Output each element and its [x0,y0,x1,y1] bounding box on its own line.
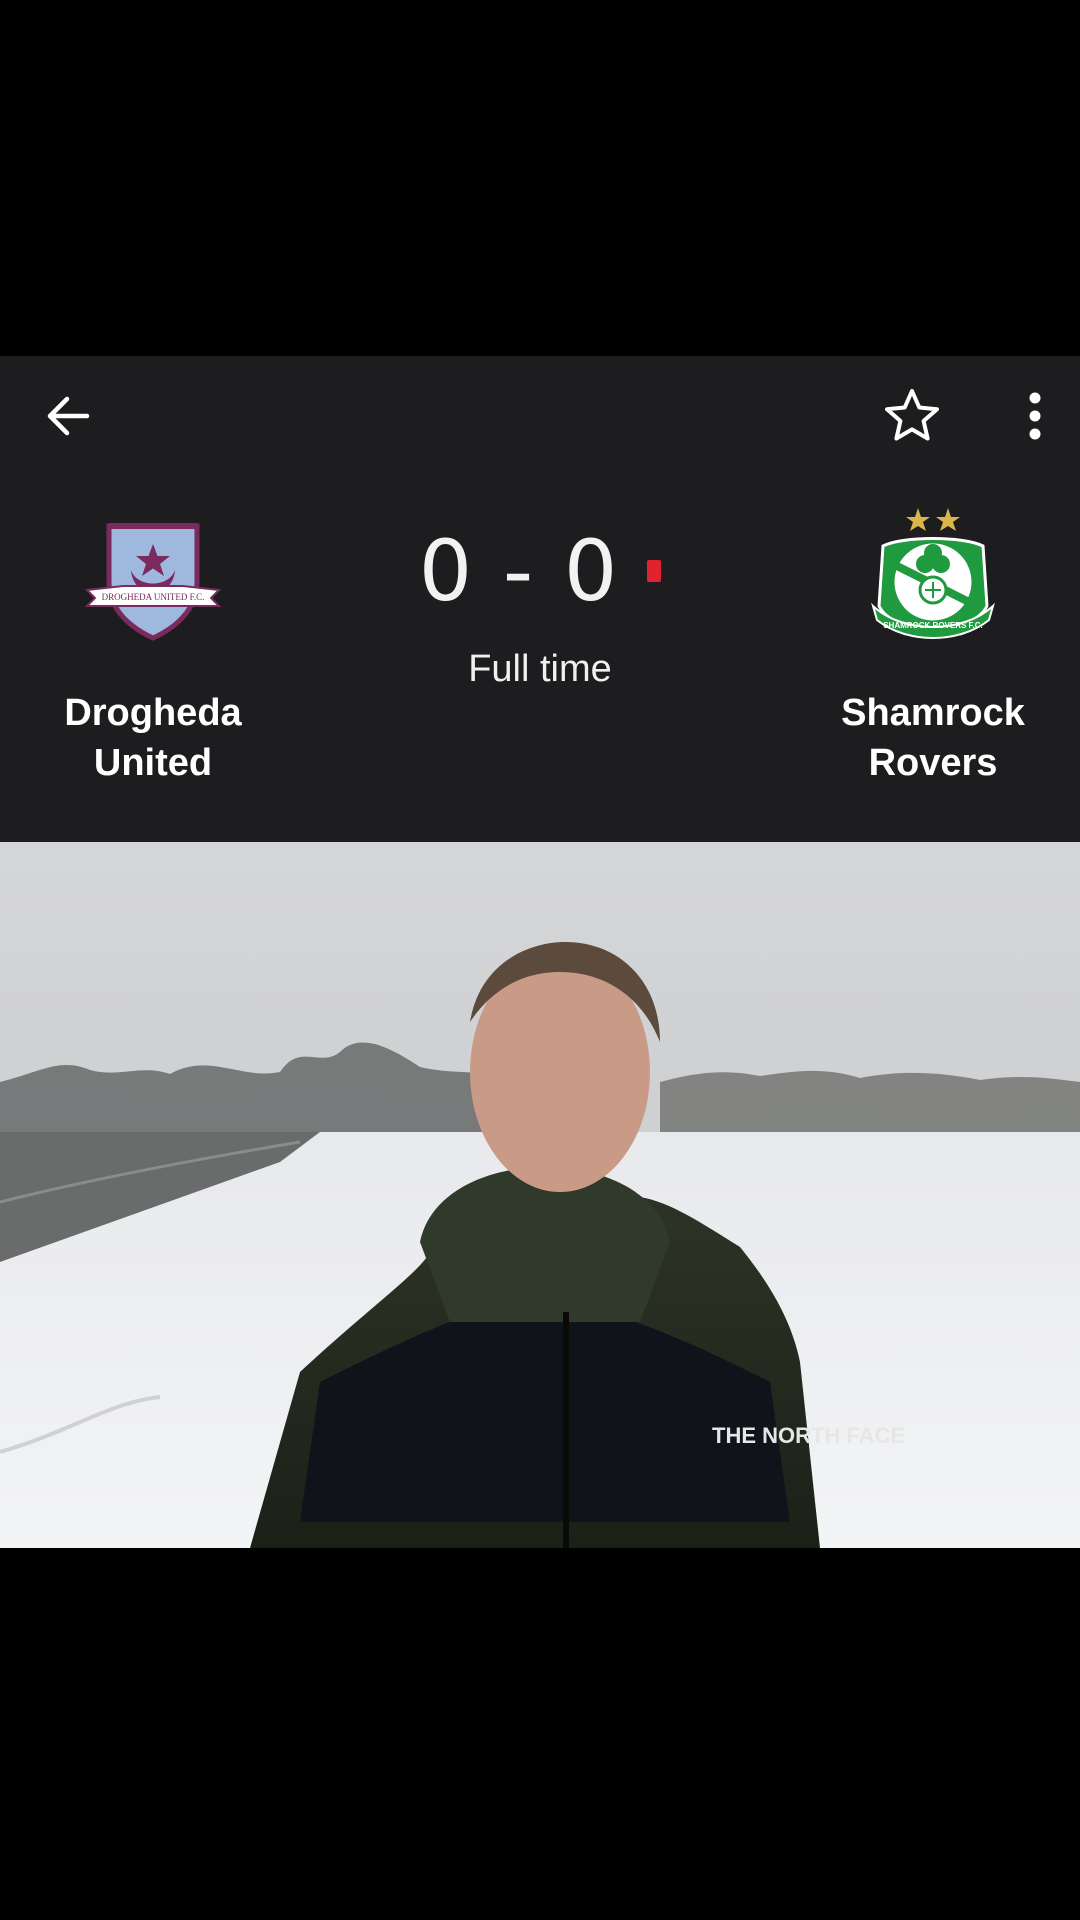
more-options-button[interactable] [1005,384,1065,448]
drogheda-united-crest: DROGHEDA UNITED F.C. [78,506,228,656]
arrow-left-icon [47,396,90,436]
home-team-name: Drogheda United [64,692,242,784]
home-team[interactable]: DROGHEDA UNITED F.C. Drogheda United [23,506,283,788]
score: 0 - 0 [418,522,620,620]
away-team[interactable]: SHAMROCK ROVERS F.C. Shamrock Rovers [803,506,1063,788]
video-frame: THE NORTH FACE [0,842,1080,1548]
more-vert-icon [1029,392,1041,440]
match-header-card: DROGHEDA UNITED F.C. Drogheda United 0 -… [0,356,1080,842]
bottom-letterbox [0,1548,1080,1920]
toolbar [0,356,1080,476]
favorite-button[interactable] [880,384,944,448]
away-team-name: Shamrock Rovers [841,692,1025,784]
star-outline-icon [885,389,939,441]
back-button[interactable] [36,384,100,448]
match-status: Full time [468,648,612,690]
shamrock-rovers-crest: SHAMROCK ROVERS F.C. [858,506,1008,656]
video-player[interactable]: THE NORTH FACE [0,842,1080,1548]
score-area: 0 - 0 Full time [390,516,690,691]
crest-text: SHAMROCK ROVERS F.C. [883,621,983,630]
jacket-logo: THE NORTH FACE [712,1423,905,1448]
top-letterbox [0,0,1080,356]
crest-text: DROGHEDA UNITED F.C. [102,592,205,602]
live-indicator [647,560,662,582]
